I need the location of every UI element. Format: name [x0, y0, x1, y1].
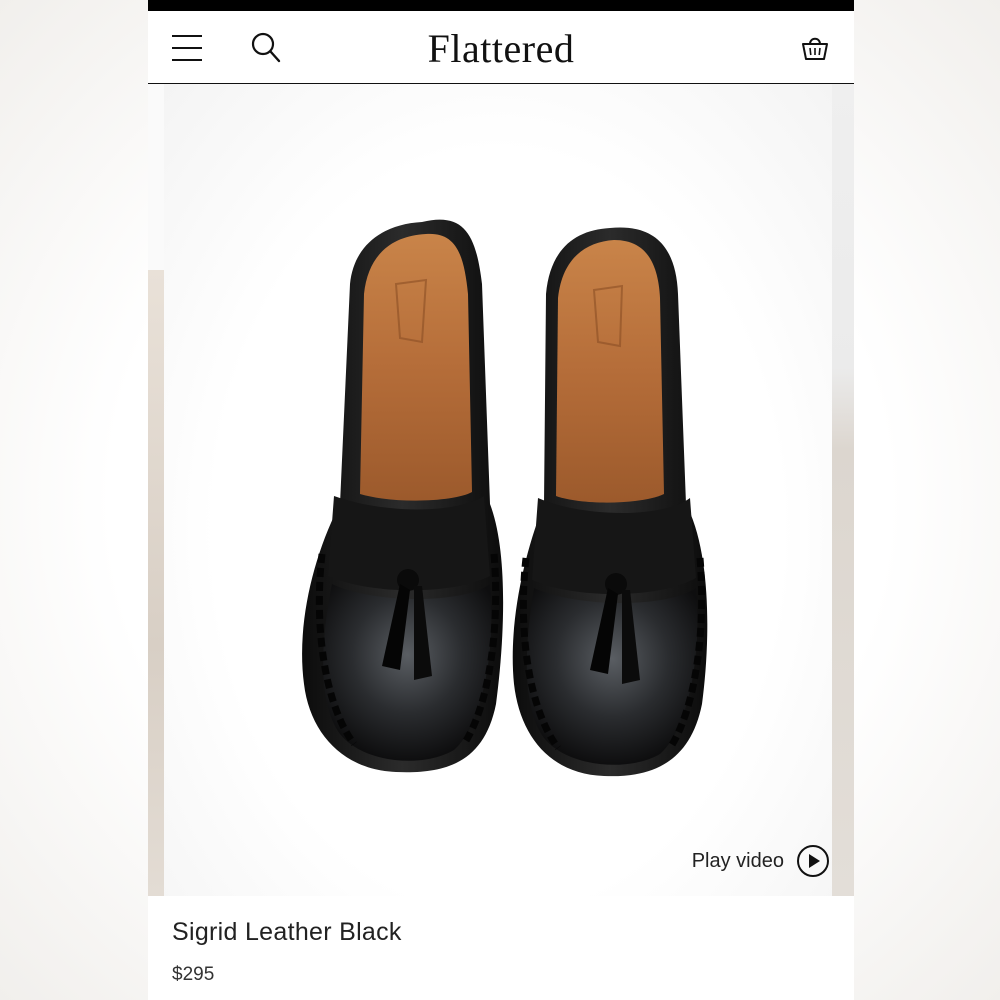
brand-logo[interactable]: Flattered	[148, 25, 854, 72]
status-bar	[148, 0, 854, 11]
product-title: Sigrid Leather Black	[172, 918, 402, 946]
left-loafer	[302, 219, 504, 773]
play-video-button[interactable]: Play video	[692, 844, 830, 878]
play-circle-icon	[797, 845, 829, 877]
site-header: Flattered	[148, 11, 854, 84]
next-slide-peek[interactable]	[832, 84, 854, 896]
cart-button[interactable]	[800, 33, 830, 63]
basket-icon	[802, 37, 828, 60]
product-gallery[interactable]: Play video	[148, 84, 854, 896]
play-video-label: Play video	[691, 849, 784, 872]
app-screen: Flattered Play video Sigrid Leather Blac…	[148, 0, 854, 1000]
product-image	[302, 219, 708, 777]
product-price: $295	[172, 964, 215, 985]
previous-slide-peek[interactable]	[148, 270, 164, 896]
right-loafer	[512, 227, 708, 777]
